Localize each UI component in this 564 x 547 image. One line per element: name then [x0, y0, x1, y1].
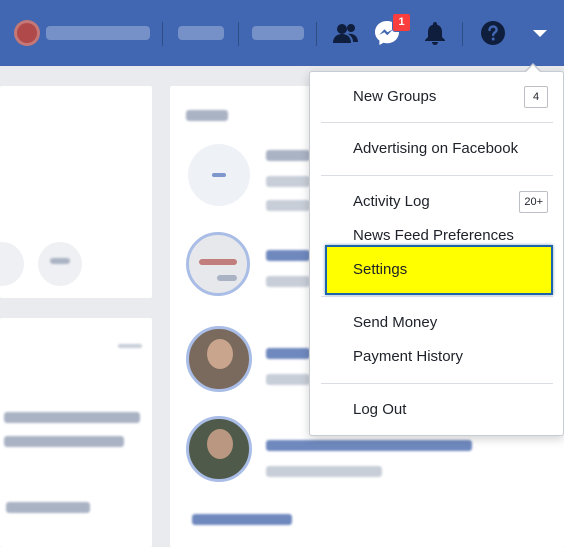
- new-groups-count-badge: 4: [524, 86, 548, 108]
- blurred-text: [266, 440, 472, 451]
- menu-item-payment-history[interactable]: Payment History: [353, 344, 548, 370]
- menu-item-log-out[interactable]: Log Out: [353, 397, 548, 423]
- menu-item-label: Send Money: [353, 314, 438, 331]
- blurred-text: [266, 466, 382, 477]
- friends-icon[interactable]: [330, 18, 360, 48]
- menu-item-label: Settings: [353, 261, 408, 278]
- left-feed-panel-bottom: [0, 318, 152, 547]
- menu-item-send-money[interactable]: Send Money: [353, 310, 548, 336]
- menu-item-news-feed-preferences[interactable]: News Feed Preferences: [353, 223, 548, 249]
- blurred-text: [266, 276, 310, 287]
- home-link[interactable]: [178, 26, 224, 40]
- nav-divider: [316, 22, 317, 46]
- menu-item-settings[interactable]: Settings: [353, 257, 548, 283]
- menu-item-activity-log[interactable]: Activity Log 20+: [353, 189, 548, 215]
- create-link[interactable]: [252, 26, 304, 40]
- blurred-story-avatar: [186, 416, 252, 482]
- menu-item-label: Activity Log: [353, 193, 430, 210]
- menu-item-label: New Groups: [353, 88, 437, 105]
- menu-item-label: Log Out: [353, 401, 407, 418]
- menu-item-label: News Feed Preferences: [353, 227, 514, 244]
- notifications-icon[interactable]: [420, 18, 450, 48]
- menu-item-label: Payment History: [353, 348, 464, 365]
- account-dropdown-menu: New Groups 4 Advertising on Facebook Act…: [309, 71, 564, 436]
- blurred-add-story: [188, 144, 250, 206]
- blurred-text: [266, 200, 310, 211]
- blurred-link: [192, 514, 292, 525]
- profile-name-link[interactable]: [46, 26, 150, 40]
- blurred-text: [50, 258, 70, 264]
- blurred-text: [4, 436, 124, 447]
- dropdown-caret-inner: [525, 65, 541, 73]
- blurred-text: [266, 250, 310, 261]
- caret-down-icon[interactable]: [525, 18, 555, 48]
- activity-log-count-badge: 20+: [519, 191, 548, 213]
- nav-divider: [462, 22, 463, 46]
- blurred-story-avatar: [186, 232, 250, 296]
- blurred-text: [266, 150, 310, 161]
- help-icon[interactable]: [478, 18, 508, 48]
- blurred-text: [4, 412, 140, 423]
- menu-item-label: Advertising on Facebook: [353, 140, 519, 157]
- nav-divider: [162, 22, 163, 46]
- menu-item-advertising[interactable]: Advertising on Facebook: [353, 136, 548, 162]
- blurred-button: [0, 242, 24, 286]
- blurred-text: [266, 176, 310, 187]
- menu-separator: [321, 383, 553, 384]
- blurred-heading: [186, 110, 228, 121]
- notification-badge: 1: [392, 13, 411, 32]
- menu-separator: [321, 175, 553, 176]
- profile-avatar[interactable]: [14, 20, 40, 46]
- left-feed-panel-top: [0, 86, 152, 298]
- menu-item-new-groups[interactable]: New Groups 4: [353, 84, 548, 110]
- nav-divider: [238, 22, 239, 46]
- menu-separator: [321, 296, 553, 297]
- blurred-text: [118, 344, 142, 348]
- blurred-text: [6, 502, 90, 513]
- top-navigation-bar: 1: [0, 0, 564, 66]
- blurred-button: [38, 242, 82, 286]
- menu-separator: [321, 122, 553, 123]
- blurred-text: [266, 374, 310, 385]
- blurred-story-avatar: [186, 326, 252, 392]
- blurred-text: [266, 348, 310, 359]
